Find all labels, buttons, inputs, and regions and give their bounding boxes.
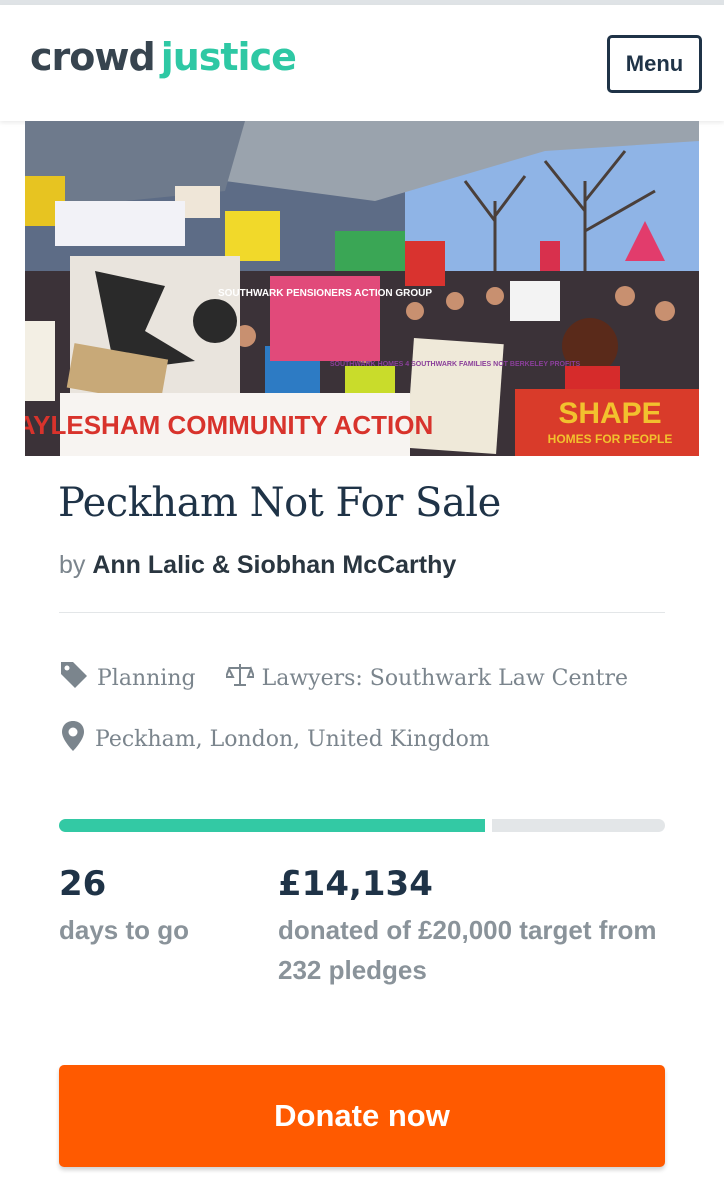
southwark-sign-text: SOUTHWARK HOMES 4 SOUTHWARK FAMILIES NOT… xyxy=(330,361,581,368)
campaign-hero-image: SOUTHWARK PENSIONERS ACTION GROUP SOUTHW… xyxy=(25,121,699,456)
location-label: Peckham, London, United Kingdom xyxy=(95,726,490,752)
shape-banner-text: SHAPE xyxy=(558,397,661,430)
shape-banner-subtext: HOMES FOR PEOPLE xyxy=(548,432,673,446)
divider xyxy=(59,612,665,613)
tag-icon xyxy=(59,660,97,696)
campaign-byline: by Ann Lalic & Siobhan McCarthy xyxy=(59,551,456,580)
category-item[interactable]: Planning xyxy=(59,660,196,696)
funding-progress-bar xyxy=(59,819,665,832)
site-header: crowd justice Menu xyxy=(0,5,724,121)
logo-justice-text: justice xyxy=(160,35,297,79)
campaign-title: Peckham Not For Sale xyxy=(58,480,501,526)
amount-raised-label: donated of £20,000 target from 232 pledg… xyxy=(278,915,657,985)
aylesham-banner-text: AYLESHAM COMMUNITY ACTION xyxy=(25,410,433,440)
menu-button[interactable]: Menu xyxy=(607,35,702,93)
donate-now-button[interactable]: Donate now xyxy=(59,1065,665,1167)
campaign-authors[interactable]: Ann Lalic & Siobhan McCarthy xyxy=(92,551,456,579)
location-item: Peckham, London, United Kingdom xyxy=(59,720,490,758)
days-remaining-label: days to go xyxy=(59,915,190,945)
pensioners-banner-text: SOUTHWARK PENSIONERS ACTION GROUP xyxy=(218,288,432,299)
logo-crowd-text: crowd xyxy=(30,35,156,79)
progress-track xyxy=(492,819,665,832)
scales-icon xyxy=(224,662,262,694)
progress-fill xyxy=(59,819,485,832)
location-row: Peckham, London, United Kingdom xyxy=(59,720,520,758)
days-remaining-value: 26 xyxy=(59,864,107,904)
byline-prefix: by xyxy=(59,551,86,579)
lawyers-item[interactable]: Lawyers: Southwark Law Centre xyxy=(224,662,629,694)
amount-raised-value: £14,134 xyxy=(278,864,433,904)
campaign-meta-row: Planning Lawyers: Southwark Law Centre xyxy=(59,660,658,696)
map-pin-icon xyxy=(59,720,95,758)
crowdjustice-logo[interactable]: crowd justice xyxy=(30,35,297,95)
category-label: Planning xyxy=(97,665,196,691)
lawyers-label: Lawyers: Southwark Law Centre xyxy=(261,665,629,691)
